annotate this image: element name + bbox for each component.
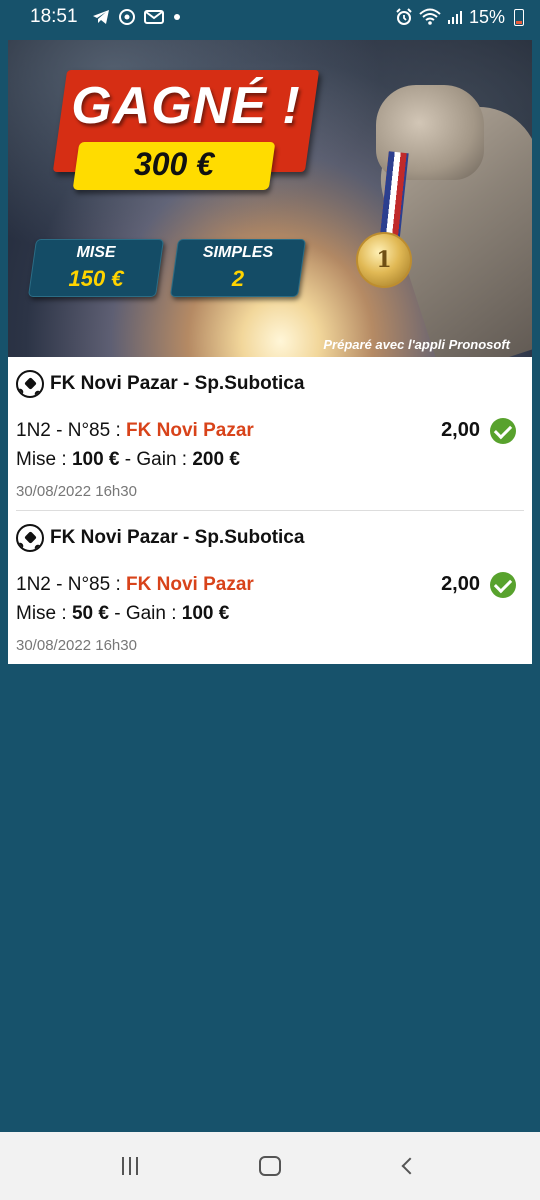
match-name: FK Novi Pazar - Sp.Subotica	[50, 527, 305, 548]
battery-icon	[514, 8, 524, 26]
bet-pick: FK Novi Pazar	[126, 574, 254, 595]
bet-date: 30/08/2022 16h30	[16, 637, 137, 654]
status-left: 18:51	[30, 6, 182, 28]
bet-market: 1N2 - N°85 :	[16, 574, 127, 595]
stake-value: 100 €	[71, 449, 120, 470]
bet-date: 30/08/2022 16h30	[16, 483, 137, 500]
check-icon	[490, 572, 516, 598]
battery-percent: 15%	[468, 6, 505, 27]
bet-pick: FK Novi Pazar	[126, 420, 254, 441]
stake-label: Mise :	[16, 449, 72, 470]
back-button[interactable]	[390, 1146, 430, 1186]
win-amount: 300 €	[133, 146, 215, 182]
dot-icon	[172, 12, 182, 22]
soccer-ball-icon	[16, 370, 44, 398]
singles-stat-value: 2	[231, 266, 245, 291]
bet-title: FK Novi Pazar - Sp.Subotica	[16, 524, 304, 552]
signal-icon	[447, 9, 463, 25]
bet-selection: 1N2 - N°85 : FK Novi Pazar	[16, 420, 254, 442]
headline: GAGNÉ !	[71, 77, 301, 135]
stake-stat-value: 150 €	[68, 266, 124, 291]
medal-icon: 1	[356, 232, 412, 288]
navigation-bar	[0, 1132, 540, 1200]
stake-label: Mise :	[16, 603, 72, 624]
singles-stat-label: SIMPLES	[202, 244, 274, 261]
status-time: 18:51	[30, 6, 78, 27]
home-icon	[259, 1156, 281, 1176]
stake-stat-label: MISE	[76, 244, 116, 261]
bet-odds: 2,00	[441, 419, 480, 441]
gain-value: 200 €	[192, 449, 240, 470]
soccer-ball-icon	[16, 524, 44, 552]
back-icon	[401, 1157, 419, 1175]
status-right: 15%	[395, 7, 524, 28]
bet-stake-gain: Mise : 50 € - Gain : 100 €	[16, 603, 229, 625]
sync-icon	[118, 8, 136, 26]
bet-item[interactable]: FK Novi Pazar - Sp.Subotica 1N2 - N°85 :…	[8, 357, 532, 511]
recents-icon	[122, 1157, 138, 1175]
status-bar: 18:51 15%	[0, 0, 540, 34]
home-button[interactable]	[250, 1146, 290, 1186]
gain-label: - Gain :	[119, 449, 193, 470]
bet-item[interactable]: FK Novi Pazar - Sp.Subotica 1N2 - N°85 :…	[8, 511, 532, 665]
gain-label: - Gain :	[108, 603, 182, 624]
bet-title: FK Novi Pazar - Sp.Subotica	[16, 370, 304, 398]
alarm-icon	[395, 8, 413, 26]
telegram-icon	[92, 9, 110, 25]
stake-value: 50 €	[71, 603, 109, 624]
gain-value: 100 €	[181, 603, 230, 624]
win-banner: 1 GAGNÉ ! 300 € MISE 150 € SIMPLES 2 Pré…	[8, 40, 532, 357]
bet-market: 1N2 - N°85 :	[16, 420, 127, 441]
email-icon	[143, 9, 164, 25]
recents-button[interactable]	[110, 1146, 150, 1186]
bet-stake-gain: Mise : 100 € - Gain : 200 €	[16, 449, 240, 471]
bet-odds: 2,00	[441, 573, 480, 595]
match-name: FK Novi Pazar - Sp.Subotica	[50, 373, 305, 394]
wifi-icon	[419, 8, 441, 26]
bets-card: FK Novi Pazar - Sp.Subotica 1N2 - N°85 :…	[8, 357, 532, 664]
banner-credit: Préparé avec l'appli Pronosoft	[323, 337, 510, 352]
bet-selection: 1N2 - N°85 : FK Novi Pazar	[16, 574, 254, 596]
check-icon	[490, 418, 516, 444]
